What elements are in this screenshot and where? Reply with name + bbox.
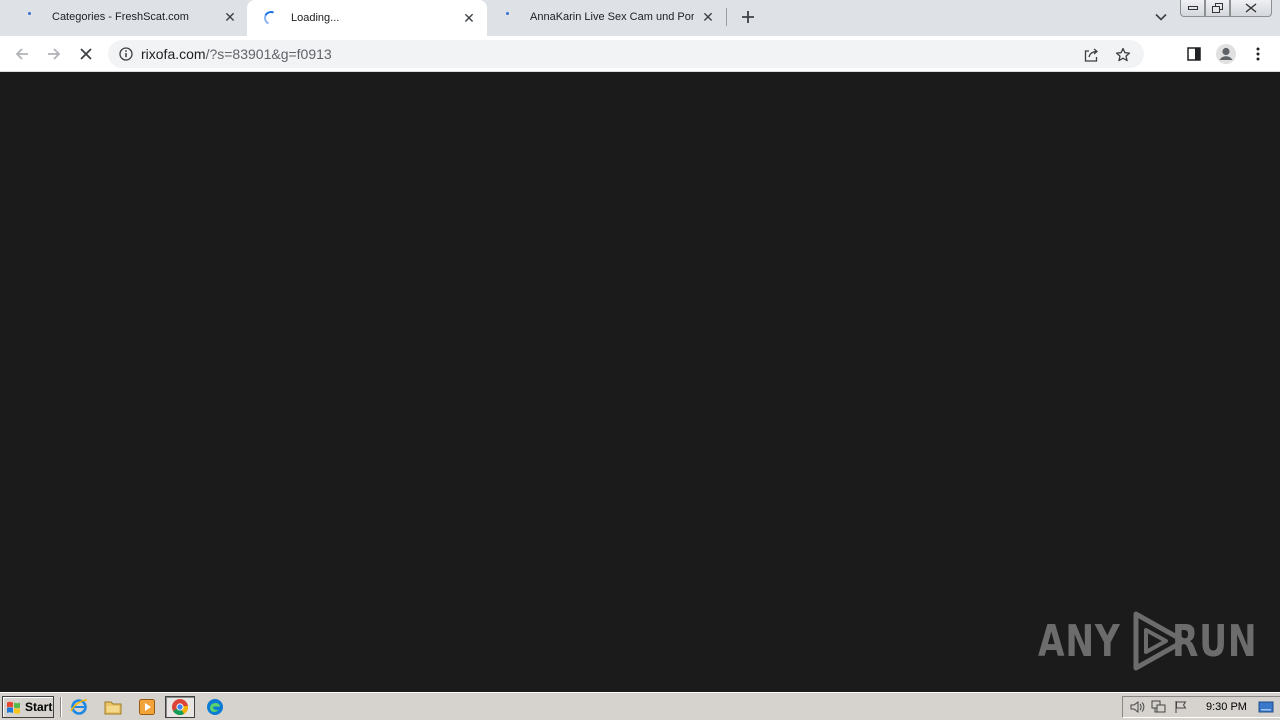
tab-title: AnnaKarin Live Sex Cam und Porno C <box>530 11 694 23</box>
favicon-icon <box>24 9 40 25</box>
start-label: Start <box>25 700 53 714</box>
tab-separator <box>726 8 727 26</box>
internet-explorer-button[interactable] <box>68 697 90 717</box>
anyrun-watermark: ANY RUN <box>1038 610 1280 672</box>
stop-x-icon <box>80 48 92 60</box>
avatar-icon <box>1216 44 1236 64</box>
side-panel-button[interactable] <box>1180 40 1208 68</box>
edge-icon <box>207 699 223 715</box>
back-arrow-icon <box>15 48 28 60</box>
browser-toolbar: rixofa.com/?s=83901&g=f0913 <box>0 36 1280 72</box>
tab-annakarin[interactable]: AnnaKarin Live Sex Cam und Porno C ✕ <box>486 0 726 34</box>
tab-loading[interactable]: Loading... ✕ <box>247 0 487 36</box>
back-button[interactable] <box>8 40 36 68</box>
close-icon[interactable]: ✕ <box>222 9 238 25</box>
plus-icon <box>742 11 754 23</box>
page-content: ANY RUN <box>0 72 1280 692</box>
folder-icon <box>104 701 122 715</box>
chrome-icon <box>172 699 188 715</box>
profile-button[interactable] <box>1212 40 1240 68</box>
edge-button[interactable] <box>204 697 226 717</box>
chrome-taskbar-button[interactable] <box>165 696 195 718</box>
tab-freshscat[interactable]: Categories - FreshScat.com ✕ <box>8 0 248 34</box>
action-center-flag-icon[interactable] <box>1170 697 1192 717</box>
minimize-button[interactable] <box>1180 0 1205 17</box>
loading-spinner-icon <box>262 9 280 27</box>
system-tray: 9:30 PM <box>1122 696 1280 718</box>
window-controls <box>1180 0 1272 18</box>
bookmark-star-icon[interactable] <box>1114 46 1132 64</box>
tab-strip: Categories - FreshScat.com ✕ Loading... … <box>0 0 1280 36</box>
address-bar[interactable]: rixofa.com/?s=83901&g=f0913 <box>108 40 1144 68</box>
tab-title: Categories - FreshScat.com <box>52 11 189 23</box>
watermark-right: RUN <box>1171 615 1258 667</box>
internet-explorer-icon <box>70 699 88 715</box>
info-icon[interactable] <box>118 46 134 62</box>
side-panel-icon <box>1187 47 1201 61</box>
close-window-button[interactable] <box>1230 0 1272 17</box>
media-player-button[interactable] <box>136 697 158 717</box>
close-icon[interactable]: ✕ <box>700 9 716 25</box>
clock[interactable]: 9:30 PM <box>1206 701 1247 713</box>
media-player-icon <box>139 699 155 715</box>
close-icon <box>1245 3 1257 13</box>
forward-button[interactable] <box>40 40 68 68</box>
show-desktop-icon[interactable] <box>1255 697 1277 717</box>
taskbar-separator <box>60 697 62 717</box>
restore-button[interactable] <box>1205 0 1230 17</box>
new-tab-button[interactable] <box>736 5 760 29</box>
menu-button[interactable] <box>1244 40 1272 68</box>
network-icon[interactable] <box>1148 697 1170 717</box>
forward-arrow-icon <box>48 48 61 60</box>
stop-button[interactable] <box>72 40 100 68</box>
tab-title: Loading... <box>291 12 340 24</box>
start-button[interactable]: Start <box>2 696 54 718</box>
volume-icon[interactable] <box>1126 697 1148 717</box>
url-text: rixofa.com/?s=83901&g=f0913 <box>141 46 332 62</box>
file-explorer-button[interactable] <box>102 697 124 717</box>
url-path: /?s=83901&g=f0913 <box>205 46 332 62</box>
windows-flag-icon <box>7 701 20 714</box>
taskbar: Start 9:30 PM <box>0 692 1280 720</box>
minimize-icon <box>1187 6 1198 10</box>
close-icon[interactable]: ✕ <box>461 10 477 26</box>
share-icon[interactable] <box>1082 46 1100 64</box>
url-host: rixofa.com <box>141 46 206 62</box>
favicon-icon <box>502 9 518 25</box>
restore-icon <box>1212 3 1223 13</box>
tab-search-button[interactable] <box>1150 7 1172 27</box>
watermark-left: ANY <box>1038 615 1121 667</box>
kebab-menu-icon <box>1256 47 1260 61</box>
chevron-down-icon <box>1155 13 1167 21</box>
